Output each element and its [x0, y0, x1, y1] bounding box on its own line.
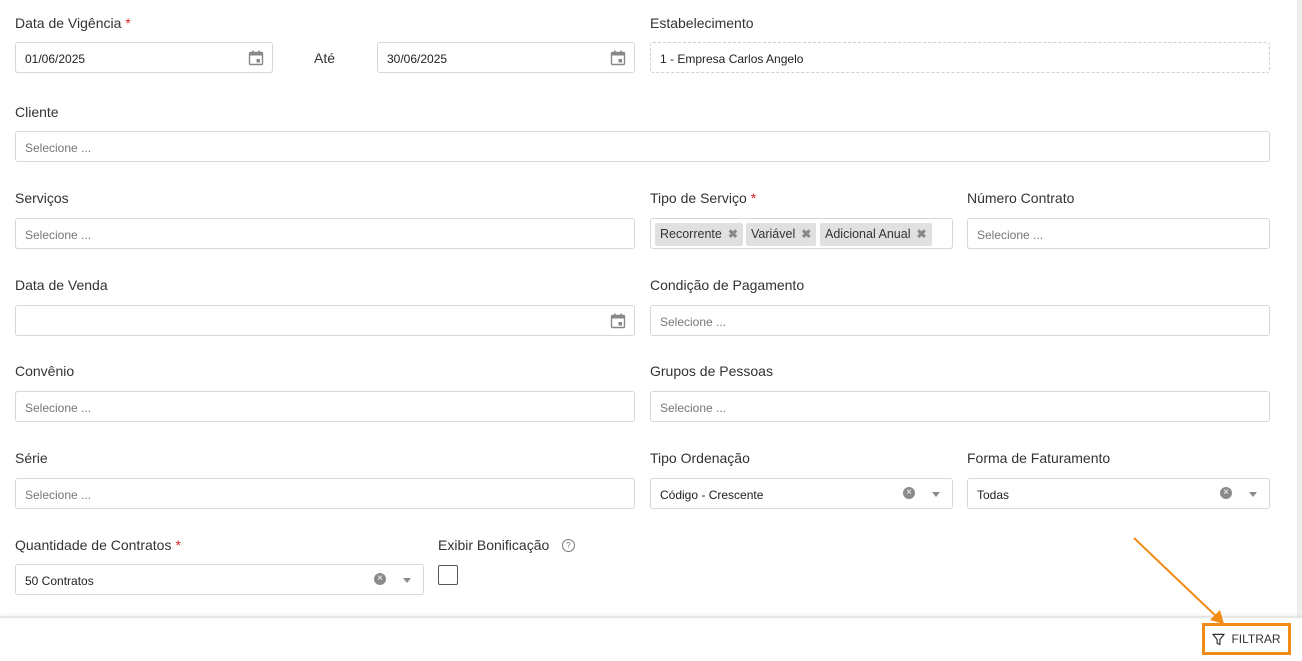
quantidade-contratos-select[interactable]: 50 Contratos × [15, 564, 424, 595]
tag-recorrente: Recorrente ✖ [655, 223, 743, 246]
numero-contrato-select[interactable]: Selecione ... [967, 218, 1270, 249]
clear-icon[interactable]: × [903, 487, 915, 499]
servicos-placeholder: Selecione ... [25, 228, 92, 242]
grupos-pessoas-select[interactable]: Selecione ... [650, 391, 1270, 422]
scrollbar[interactable] [1297, 0, 1302, 616]
condicao-pagamento-label: Condição de Pagamento [650, 277, 805, 293]
forma-faturamento-select[interactable]: Todas × [967, 478, 1270, 509]
forma-faturamento-label: Forma de Faturamento [967, 450, 1111, 466]
numero-contrato-label: Número Contrato [967, 190, 1075, 206]
serie-placeholder: Selecione ... [25, 488, 92, 502]
tipo-servico-multiselect[interactable]: Recorrente ✖ Variável ✖ Adicional Anual ✖ [650, 218, 953, 249]
estabelecimento-value: 1 - Empresa Carlos Angelo [660, 52, 804, 66]
tag-adicional-anual: Adicional Anual ✖ [820, 223, 932, 246]
annotation-arrow [1133, 537, 1224, 624]
convenio-label: Convênio [15, 363, 75, 379]
filter-button-label: FILTRAR [1231, 632, 1281, 646]
clear-icon[interactable]: × [1220, 487, 1232, 499]
filter-button[interactable]: FILTRAR [1202, 623, 1291, 655]
condicao-pagamento-select[interactable]: Selecione ... [650, 305, 1270, 336]
help-icon[interactable]: ? [562, 539, 575, 552]
tag-remove-icon[interactable]: ✖ [728, 227, 738, 241]
grupos-pessoas-label: Grupos de Pessoas [650, 363, 773, 379]
required-mark: * [750, 190, 757, 206]
vigencia-until-label: Até [314, 50, 336, 66]
cliente-placeholder: Selecione ... [25, 141, 92, 155]
cliente-label: Cliente [15, 104, 59, 120]
tipo-ordenacao-select[interactable]: Código - Crescente × [650, 478, 953, 509]
convenio-placeholder: Selecione ... [25, 401, 92, 415]
clear-icon[interactable]: × [374, 573, 386, 585]
vigencia-from-value: 01/06/2025 [25, 52, 86, 66]
numero-contrato-placeholder: Selecione ... [977, 228, 1044, 242]
exibir-bonificacao-checkbox[interactable] [438, 565, 458, 585]
servicos-label: Serviços [15, 190, 69, 206]
required-mark: * [125, 15, 131, 31]
tipo-ordenacao-value: Código - Crescente [660, 488, 764, 502]
filter-icon [1212, 633, 1226, 645]
estabelecimento-label: Estabelecimento [650, 15, 754, 31]
estabelecimento-field: 1 - Empresa Carlos Angelo [650, 42, 1270, 73]
chevron-down-icon[interactable] [1249, 492, 1257, 497]
servicos-select[interactable]: Selecione ... [15, 218, 635, 249]
serie-select[interactable]: Selecione ... [15, 478, 635, 509]
condicao-pagamento-placeholder: Selecione ... [660, 315, 727, 329]
forma-faturamento-value: Todas [977, 488, 1010, 502]
quantidade-contratos-label: Quantidade de Contratos * [15, 537, 181, 553]
tag-remove-icon[interactable]: ✖ [916, 227, 926, 241]
tipo-servico-label: Tipo de Serviço * [650, 190, 757, 206]
cliente-select[interactable]: Selecione ... [15, 131, 1270, 162]
vigencia-from-field[interactable]: 01/06/2025 [15, 42, 273, 73]
vigencia-to-value: 30/06/2025 [387, 52, 448, 66]
serie-label: Série [15, 450, 48, 466]
required-mark: * [175, 537, 181, 553]
grupos-pessoas-placeholder: Selecione ... [660, 401, 727, 415]
tipo-ordenacao-label: Tipo Ordenação [650, 450, 750, 466]
footer-divider [0, 616, 1302, 618]
data-venda-field[interactable] [15, 305, 635, 336]
quantidade-contratos-value: 50 Contratos [25, 574, 94, 588]
tag-remove-icon[interactable]: ✖ [801, 227, 811, 241]
calendar-icon[interactable] [610, 313, 626, 329]
chevron-down-icon[interactable] [403, 578, 411, 583]
convenio-select[interactable]: Selecione ... [15, 391, 635, 422]
data-venda-label: Data de Venda [15, 277, 108, 293]
calendar-icon[interactable] [610, 50, 626, 66]
vigencia-to-field[interactable]: 30/06/2025 [377, 42, 635, 73]
vigencia-label: Data de Vigência * [15, 15, 131, 31]
calendar-icon[interactable] [248, 50, 264, 66]
chevron-down-icon[interactable] [932, 492, 940, 497]
tag-variavel: Variável ✖ [746, 223, 817, 246]
exibir-bonificacao-label: Exibir Bonificação [438, 537, 550, 553]
